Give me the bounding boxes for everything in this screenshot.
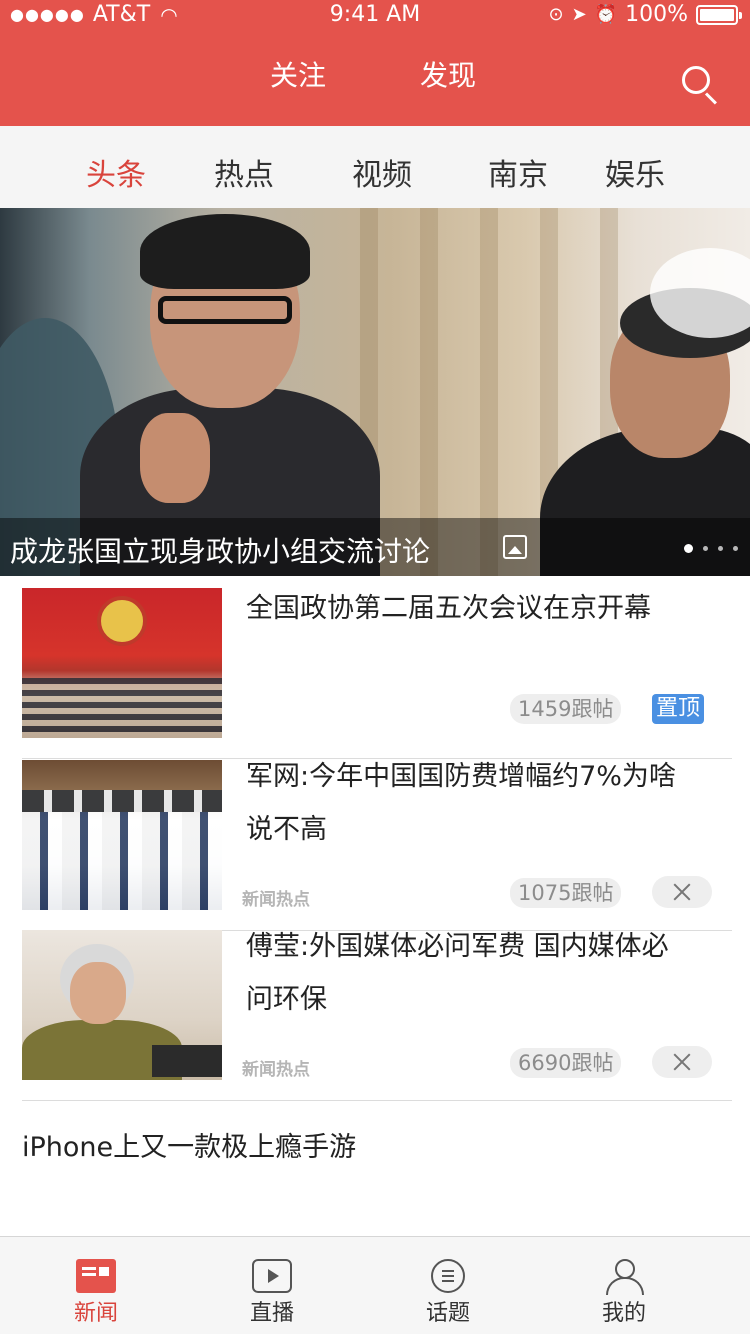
- carousel-dot: [718, 546, 723, 551]
- news-thumbnail-parade: [22, 760, 222, 910]
- news-item[interactable]: 军网:今年中国国防费增幅约7%为啥说不高 新闻热点 1075跟帖: [22, 760, 732, 930]
- category-tab-hot[interactable]: 热点: [214, 150, 274, 194]
- category-tab-headlines[interactable]: 头条: [86, 150, 146, 194]
- tab-label: 话题: [425, 1301, 470, 1326]
- status-right: ⊙ ➤ ⏰ 100%: [548, 2, 742, 27]
- tab-label: 我的: [601, 1301, 646, 1326]
- hero-caption: 成龙张国立现身政协小组交流讨论: [10, 535, 431, 568]
- header-tab-discover[interactable]: 发现: [420, 54, 476, 94]
- news-source-tag: 新闻热点: [242, 890, 310, 910]
- news-title-text-only[interactable]: iPhone上又一款极上瘾手游: [22, 1125, 356, 1164]
- tab-label: 直播: [249, 1301, 294, 1326]
- tab-news[interactable]: 新闻: [36, 1237, 156, 1334]
- news-icon: [76, 1259, 116, 1293]
- battery-icon: [696, 4, 742, 25]
- news-title: 全国政协第二届五次会议在京开幕: [246, 593, 651, 624]
- play-icon: [252, 1259, 292, 1293]
- search-icon[interactable]: [680, 64, 720, 105]
- tab-label: 新闻: [73, 1301, 118, 1326]
- alarm-icon: ⏰: [594, 4, 618, 25]
- app-header: ●●●●● AT&T ◠ 9:41 AM ⊙ ➤ ⏰ 100% 关注 发现: [0, 0, 750, 126]
- news-item[interactable]: 傅莹:外国媒体必问军费 国内媒体必问环保 新闻热点 6690跟帖: [22, 930, 732, 1100]
- divider: [22, 1100, 732, 1101]
- comment-count: 6690跟帖: [510, 1048, 622, 1078]
- header-tab-follow[interactable]: 关注: [270, 54, 326, 94]
- bottom-tab-bar: 新闻 直播 话题 我的: [0, 1236, 750, 1334]
- carousel-dots[interactable]: [684, 544, 738, 553]
- gallery-icon: [503, 535, 527, 559]
- carousel-dot: [703, 546, 708, 551]
- location-icon: ➤: [571, 4, 587, 25]
- news-thumbnail-speaker: [22, 930, 222, 1080]
- news-item[interactable]: 全国政协第二届五次会议在京开幕 1459跟帖 置顶: [22, 576, 732, 746]
- comment-count: 1459跟帖: [510, 694, 622, 724]
- carousel-dot: [733, 546, 738, 551]
- lock-rotation-icon: ⊙: [548, 4, 564, 25]
- carousel-dot-active: [684, 544, 693, 553]
- news-title: 军网:今年中国国防费增幅约7%为啥说不高: [246, 761, 676, 845]
- tab-topics[interactable]: 话题: [388, 1237, 508, 1334]
- user-icon: [604, 1259, 644, 1295]
- category-tab-nanjing[interactable]: 南京: [488, 150, 548, 194]
- pinned-badge: 置顶: [652, 694, 705, 724]
- news-source-tag: 新闻热点: [242, 1060, 310, 1080]
- news-thumbnail-congress: [22, 588, 222, 738]
- hero-caption-bar: 成龙张国立现身政协小组交流讨论: [0, 518, 750, 576]
- dismiss-icon[interactable]: [652, 876, 712, 908]
- dismiss-icon[interactable]: [652, 1046, 712, 1078]
- category-tabs: 头条 热点 视频 南京 娱乐: [0, 126, 750, 208]
- hero-banner[interactable]: 成龙张国立现身政协小组交流讨论: [0, 208, 750, 576]
- news-title: 傅莹:外国媒体必问军费 国内媒体必问环保: [246, 931, 669, 1015]
- tab-live[interactable]: 直播: [212, 1237, 332, 1334]
- category-tab-entertainment[interactable]: 娱乐: [605, 150, 665, 194]
- category-tab-video[interactable]: 视频: [352, 150, 412, 194]
- status-bar: ●●●●● AT&T ◠ 9:41 AM ⊙ ➤ ⏰ 100%: [0, 0, 750, 30]
- emblem-icon: [97, 596, 147, 646]
- topic-icon: [431, 1259, 465, 1293]
- comment-count: 1075跟帖: [510, 878, 622, 908]
- tab-me[interactable]: 我的: [564, 1237, 684, 1334]
- battery-percent: 100%: [625, 2, 688, 27]
- header-tabs: 关注 发现: [0, 54, 750, 98]
